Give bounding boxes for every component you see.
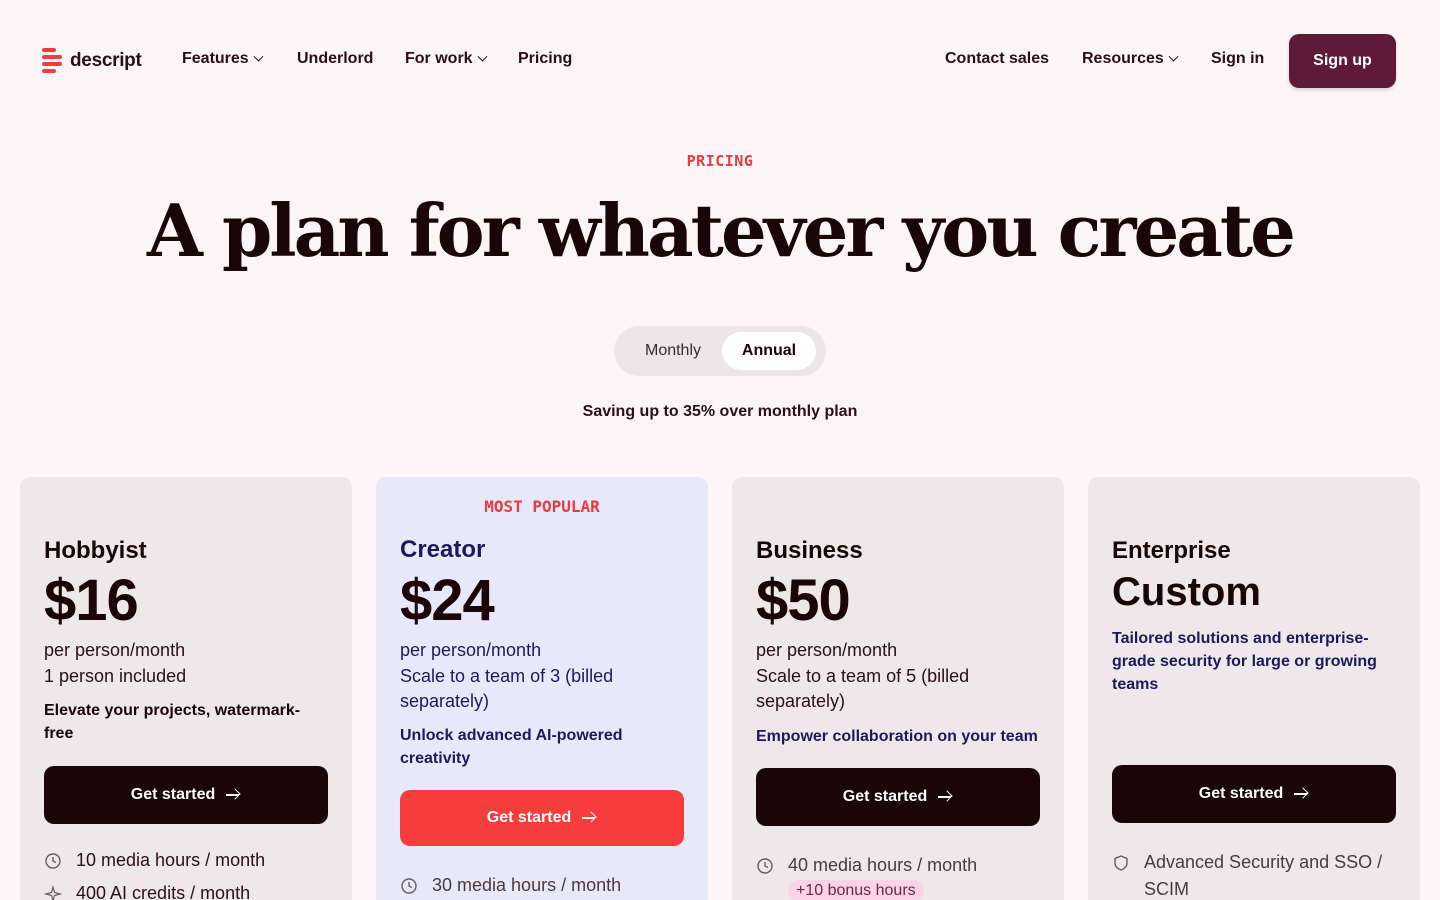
nav-underlord-label: Underlord xyxy=(297,50,374,67)
nav-resources-label: Resources xyxy=(1082,50,1164,67)
get-started-label: Get started xyxy=(842,788,928,805)
feature-item: Advanced Security and SSO / SCIM xyxy=(1112,849,1396,900)
feature-text: 40 media hours / month xyxy=(788,855,978,875)
plan-tagline: Tailored solutions and enterprise-grade … xyxy=(1112,630,1377,693)
nav-underlord[interactable]: Underlord xyxy=(297,50,373,68)
plan-name: Business xyxy=(756,537,863,564)
clock-icon xyxy=(401,878,417,894)
toggle-annual[interactable]: Annual xyxy=(722,332,816,370)
top-navigation: descript Features Underlord For work Pri… xyxy=(0,0,1440,120)
arrow-right-icon xyxy=(937,791,953,803)
plan-name: Hobbyist xyxy=(44,537,147,564)
most-popular-badge: MOST POPULAR xyxy=(484,497,600,516)
feature-item: 400 AI credits / month xyxy=(44,880,328,900)
nav-pricing[interactable]: Pricing xyxy=(518,50,572,68)
plan-tagline: Empower collaboration on your team xyxy=(756,728,1038,745)
saving-note: Saving up to 35% over monthly plan xyxy=(582,403,858,420)
feature-item: 10 media hours / month xyxy=(44,847,328,874)
get-started-button[interactable]: Get started xyxy=(756,768,1040,826)
plan-price: $24 xyxy=(400,568,495,633)
chevron-down-icon xyxy=(1168,51,1179,62)
arrow-right-icon xyxy=(1293,788,1309,800)
plan-card-hobbyist: Hobbyist $16 per person/month 1 person i… xyxy=(20,477,352,900)
nav-features[interactable]: Features xyxy=(182,50,264,68)
feature-text: 30 media hours / month xyxy=(432,875,622,895)
clock-icon xyxy=(757,858,773,874)
plan-seats: Scale to a team of 5 (billed separately) xyxy=(756,666,970,711)
feature-text: 400 AI credits / month xyxy=(76,883,251,900)
plan-card-enterprise: Enterprise Custom Tailored solutions and… xyxy=(1088,477,1420,900)
feature-text: Advanced Security and SSO / SCIM xyxy=(1144,852,1383,899)
nav-sign-in[interactable]: Sign in xyxy=(1211,50,1264,68)
get-started-button[interactable]: Get started xyxy=(1112,765,1396,823)
nav-resources[interactable]: Resources xyxy=(1082,50,1179,68)
feature-item: 40 media hours / month xyxy=(756,852,1040,879)
bonus-badge-wrap: +10 bonus hours xyxy=(756,880,924,900)
plan-unit: per person/month xyxy=(44,640,186,660)
descript-logo[interactable]: descript xyxy=(42,48,142,74)
clock-icon xyxy=(45,853,61,869)
get-started-button[interactable]: Get started xyxy=(400,790,684,846)
toggle-monthly[interactable]: Monthly xyxy=(624,332,722,370)
nav-pricing-label: Pricing xyxy=(518,50,573,67)
plan-price: $16 xyxy=(44,568,139,633)
plan-seats: Scale to a team of 3 (billed separately) xyxy=(400,666,614,711)
sparkle-icon xyxy=(44,885,62,900)
pricing-eyebrow: PRICING xyxy=(686,152,754,170)
feature-item: 30 media hours / month xyxy=(400,872,684,899)
get-started-label: Get started xyxy=(1198,785,1284,802)
nav-features-label: Features xyxy=(182,50,249,67)
plan-tagline: Unlock advanced AI-powered creativity xyxy=(400,727,623,767)
plan-card-business: Business $50 per person/month Scale to a… xyxy=(732,477,1064,900)
descript-logo-icon xyxy=(42,48,62,73)
get-started-button[interactable]: Get started xyxy=(44,766,328,824)
plan-tagline: Elevate your projects, watermark-free xyxy=(44,702,301,742)
chevron-down-icon xyxy=(477,51,488,62)
chevron-down-icon xyxy=(253,51,264,62)
plan-price: Custom xyxy=(1112,570,1261,614)
page-title: A plan for whatever you create xyxy=(147,188,1296,273)
plan-card-creator: MOST POPULAR Creator $24 per person/mont… xyxy=(376,477,708,900)
sign-up-button[interactable]: Sign up xyxy=(1289,34,1396,88)
plan-price: $50 xyxy=(756,568,851,633)
shield-icon xyxy=(1114,855,1128,871)
arrow-right-icon xyxy=(581,812,597,824)
get-started-label: Get started xyxy=(130,786,216,803)
plan-name: Creator xyxy=(400,536,486,563)
plan-unit: per person/month xyxy=(756,640,898,660)
nav-contact-sales[interactable]: Contact sales xyxy=(945,50,1049,68)
arrow-right-icon xyxy=(225,789,241,801)
nav-for-work-label: For work xyxy=(405,50,473,67)
nav-sign-in-label: Sign in xyxy=(1211,50,1265,67)
logo-text: descript xyxy=(70,50,142,71)
nav-contact-sales-label: Contact sales xyxy=(945,50,1050,67)
nav-for-work[interactable]: For work xyxy=(405,50,488,68)
bonus-badge: +10 bonus hours xyxy=(788,880,924,900)
plan-unit: per person/month xyxy=(400,640,542,660)
plan-name: Enterprise xyxy=(1112,537,1231,564)
get-started-label: Get started xyxy=(486,809,572,826)
feature-text: 10 media hours / month xyxy=(76,850,266,870)
billing-toggle: Monthly Annual xyxy=(614,326,826,376)
plan-seats: 1 person included xyxy=(44,666,187,686)
